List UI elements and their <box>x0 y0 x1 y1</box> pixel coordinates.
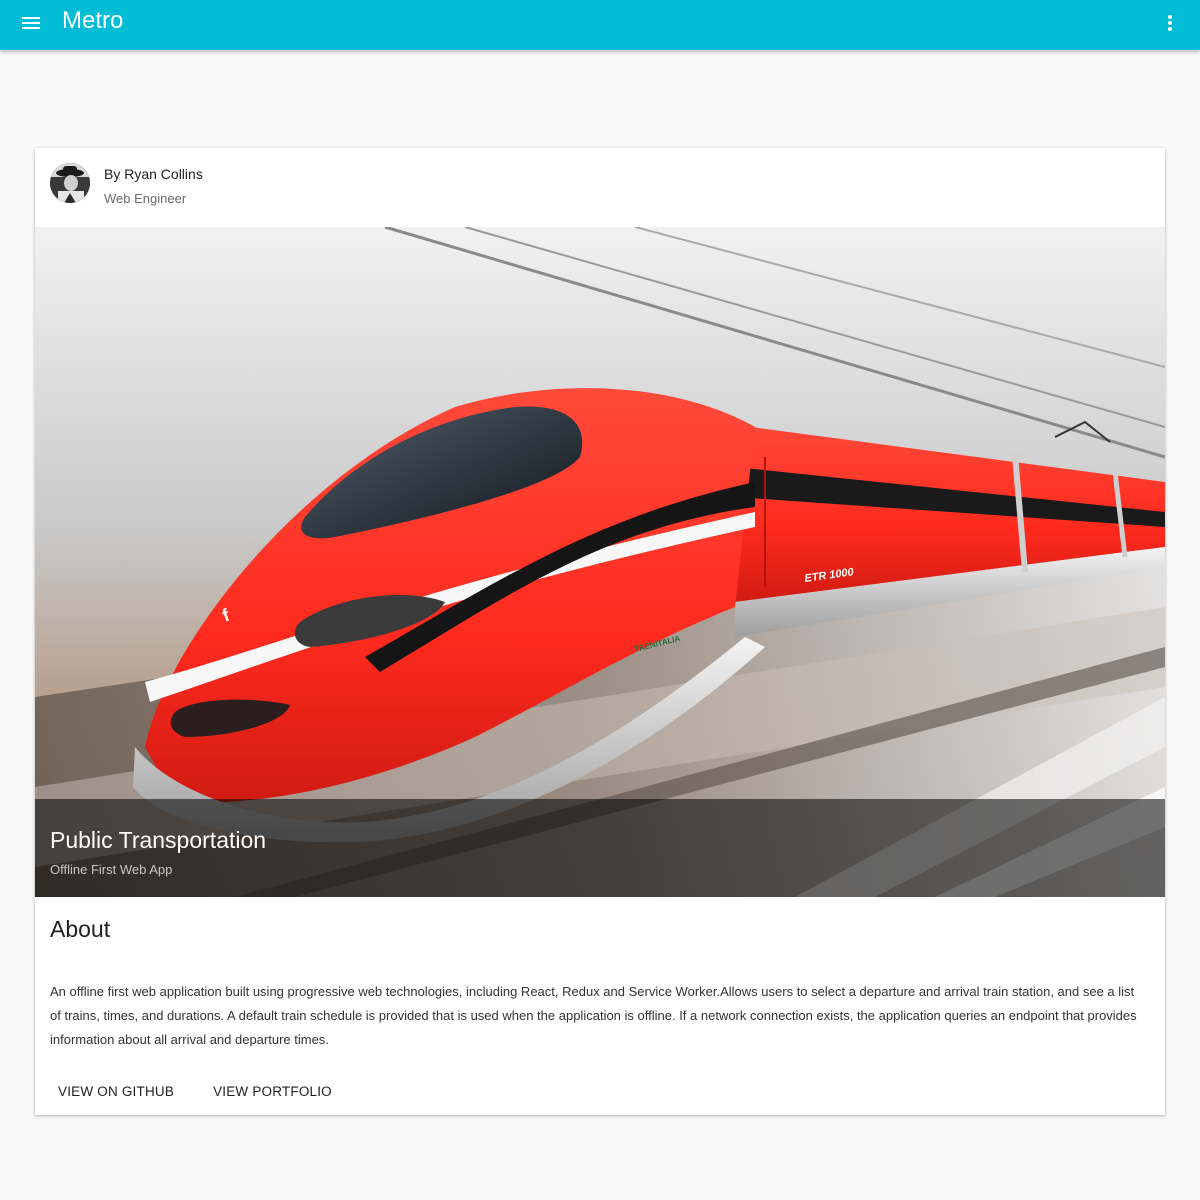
author-name: By Ryan Collins <box>104 166 203 182</box>
more-options-button[interactable] <box>1158 11 1182 35</box>
project-subtitle: Offline First Web App <box>50 862 173 877</box>
train-image: f ETR 1000 TRENITALIA <box>35 227 1165 897</box>
more-vertical-icon <box>1168 15 1172 31</box>
app-title: Metro <box>62 7 124 34</box>
hamburger-menu-icon <box>22 17 40 29</box>
card-media: f ETR 1000 TRENITALIA Public Transportat… <box>35 227 1165 897</box>
media-title-overlay: Public Transportation Offline First Web … <box>35 799 1165 897</box>
card-actions: VIEW ON GITHUB VIEW PORTFOLIO <box>43 1073 356 1109</box>
project-card: By Ryan Collins Web Engineer f ETR 1000 … <box>35 148 1165 1115</box>
avatar <box>50 163 90 203</box>
view-on-github-button[interactable]: VIEW ON GITHUB <box>43 1073 189 1109</box>
view-portfolio-button[interactable]: VIEW PORTFOLIO <box>198 1073 347 1109</box>
author-photo <box>50 163 90 203</box>
author-role: Web Engineer <box>104 191 187 206</box>
project-title: Public Transportation <box>50 827 267 853</box>
about-heading: About <box>50 916 111 942</box>
card-header: By Ryan Collins Web Engineer <box>35 148 1165 227</box>
app-bar: Metro <box>0 0 1200 50</box>
project-description: An offline first web application built u… <box>50 984 1137 1047</box>
menu-button[interactable] <box>19 11 43 35</box>
